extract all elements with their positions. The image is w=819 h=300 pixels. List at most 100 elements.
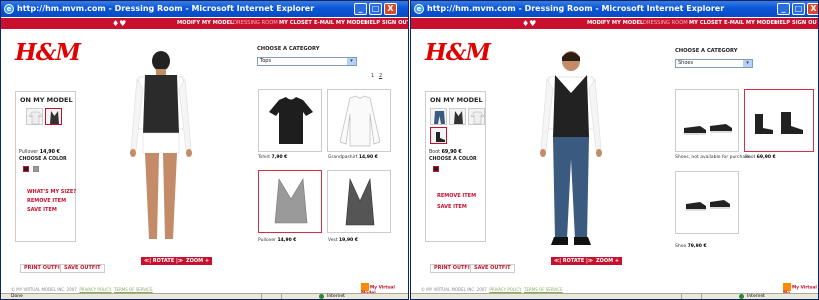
product-card-vest[interactable] [327, 170, 391, 233]
shoes-icon [684, 124, 732, 135]
color-swatch-black[interactable] [23, 166, 29, 172]
close-button[interactable]: X [807, 3, 818, 15]
terms-link[interactable]: TERMS OF SERVICE [524, 287, 563, 292]
worn-item-jeans[interactable] [430, 108, 447, 125]
nav-dressing-room[interactable]: DRESSING ROOM [643, 18, 688, 29]
product-card-pullover[interactable] [258, 170, 322, 233]
grandpashirt-icon [339, 95, 381, 147]
category-select-value: Shoes [678, 60, 694, 66]
rotate-button[interactable]: ≪| ROTATE |≫ [141, 257, 187, 265]
product-label-boot: Boot 69,90 € [745, 155, 776, 160]
boot-icon [755, 112, 803, 134]
whats-my-size-link[interactable]: WHAT'S MY SIZE? [27, 189, 76, 195]
selected-item-name: Boot 69,90 € [429, 150, 462, 155]
maximize-button[interactable]: □ [369, 3, 382, 15]
boot-thumbnail-icon [436, 132, 445, 142]
save-item-link[interactable]: SAVE ITEM [27, 207, 57, 213]
product-price-tshirt: 7,90 € [271, 155, 288, 160]
worn-item-grandpashirt[interactable] [26, 108, 43, 125]
virtual-model-front[interactable] [531, 49, 611, 249]
nav-help[interactable]: HELP [775, 18, 790, 29]
maximize-button[interactable]: □ [792, 3, 805, 15]
window-title: http://hm.mvm.com - Dressing Room - Micr… [17, 4, 315, 13]
nav-sign-out[interactable]: SIGN OU [792, 18, 817, 29]
zoom-button[interactable]: ZOOM + [183, 257, 213, 265]
product-label-shoe: Shoe 79,90 € [675, 244, 707, 249]
nav-email-model[interactable]: E-MAIL MY MODEL [724, 18, 777, 29]
color-swatch-black[interactable] [433, 166, 439, 172]
zoom-label: ZOOM [186, 258, 204, 264]
vest-thumbnail-icon [454, 111, 463, 124]
top-nav: ♦♥ MODIFY MY MODEL DRESSING ROOM MY CLOS… [411, 18, 818, 29]
color-swatch-grey[interactable] [33, 166, 39, 172]
privacy-policy-link[interactable]: PRIVACY POLICY [79, 287, 111, 292]
product-card-grandpashirt[interactable] [327, 89, 391, 152]
zoom-label: ZOOM [596, 258, 614, 264]
status-text: Done [11, 294, 23, 299]
category-select[interactable]: Shoes ▾ [675, 59, 753, 68]
chevron-down-icon: ▾ [743, 60, 752, 67]
nav-my-closet[interactable]: MY CLOSET [279, 18, 312, 29]
worn-item-pullover[interactable] [45, 108, 62, 125]
category-select-value: Tops [260, 58, 272, 64]
nav-my-closet[interactable]: MY CLOSET [689, 18, 722, 29]
product-label-tshirt: Tshirt 7,90 € [258, 155, 288, 160]
nav-help[interactable]: HELP [365, 18, 380, 29]
nav-modify-model[interactable]: MODIFY MY MODEL [177, 18, 233, 29]
close-button[interactable]: X [384, 3, 397, 15]
shirt-thumbnail-icon [470, 111, 485, 125]
remove-item-link[interactable]: REMOVE ITEM [437, 193, 476, 199]
selected-item-price: 69,90 € [441, 150, 462, 155]
tshirt-icon [269, 97, 313, 144]
nav-modify-model[interactable]: MODIFY MY MODEL [587, 18, 643, 29]
nav-email-model[interactable]: E-MAIL MY MODEL [314, 18, 367, 29]
page-1-link[interactable]: 1 [371, 73, 374, 79]
pullover-vest-icon [274, 178, 308, 224]
choose-category-label: CHOOSE A CATEGORY [257, 46, 320, 52]
product-card-shoes[interactable] [675, 89, 739, 152]
zoom-plus-icon: + [614, 258, 620, 264]
page-2-link[interactable]: 2 [379, 73, 382, 79]
browser-window-right: e http://hm.mvm.com - Dressing Room - Mi… [410, 0, 819, 300]
save-outfit-button[interactable]: SAVE OUTFIT [470, 264, 515, 273]
vest-icon [345, 177, 375, 226]
minimize-button[interactable]: _ [354, 3, 367, 15]
window-title: http://hm.mvm.com - Dressing Room - Micr… [427, 4, 725, 13]
title-bar[interactable]: e http://hm.mvm.com - Dressing Room - Mi… [1, 1, 408, 17]
category-select[interactable]: Tops ▾ [257, 57, 357, 66]
remove-item-link[interactable]: REMOVE ITEM [27, 198, 66, 204]
product-price-boot: 69,90 € [756, 155, 776, 160]
browser-window-left: e http://hm.mvm.com - Dressing Room - Mi… [0, 0, 409, 300]
zone-label: Internet [327, 294, 345, 299]
product-card-tshirt[interactable] [258, 89, 322, 152]
worn-item-pullover[interactable] [449, 108, 466, 125]
product-price-grandpashirt: 14,90 € [358, 155, 378, 160]
save-outfit-button[interactable]: SAVE OUTFIT [60, 264, 105, 273]
virtual-model-back[interactable] [121, 49, 201, 249]
save-item-link[interactable]: SAVE ITEM [437, 204, 467, 210]
minimize-button[interactable]: _ [777, 3, 790, 15]
shoe-icon [686, 200, 730, 211]
internet-zone-icon [739, 294, 744, 299]
top-nav: ♦♥ MODIFY MY MODEL DRESSING ROOM MY CLOS… [1, 18, 408, 29]
rotate-button[interactable]: ≪| ROTATE |≫ [551, 257, 597, 265]
product-card-boot[interactable] [744, 89, 814, 152]
terms-link[interactable]: TERMS OF SERVICE [114, 287, 153, 292]
nav-sign-out[interactable]: SIGN OUT [382, 18, 408, 29]
product-label-shoes: Shoes, not available for purchase [675, 155, 751, 160]
nav-dressing-room[interactable]: DRESSING ROOM [233, 18, 278, 29]
title-bar[interactable]: e http://hm.mvm.com - Dressing Room - Mi… [411, 1, 818, 17]
internet-zone-icon [319, 294, 324, 299]
hm-logo: H&M [425, 39, 491, 66]
zoom-button[interactable]: ZOOM + [593, 257, 623, 265]
product-price-pullover: 14,90 € [277, 238, 297, 243]
on-my-model-title: ON MY MODEL [430, 96, 483, 104]
product-card-shoe[interactable] [675, 171, 739, 234]
on-my-model-title: ON MY MODEL [20, 96, 73, 104]
ie-icon: e [414, 4, 424, 14]
vm-logo-icon [783, 283, 791, 291]
worn-item-shirt[interactable] [468, 108, 485, 125]
privacy-policy-link[interactable]: PRIVACY POLICY [489, 287, 521, 292]
copyright: © MY VIRTUAL MODEL INC. 2007 [421, 287, 487, 292]
worn-item-boot[interactable] [430, 127, 447, 144]
